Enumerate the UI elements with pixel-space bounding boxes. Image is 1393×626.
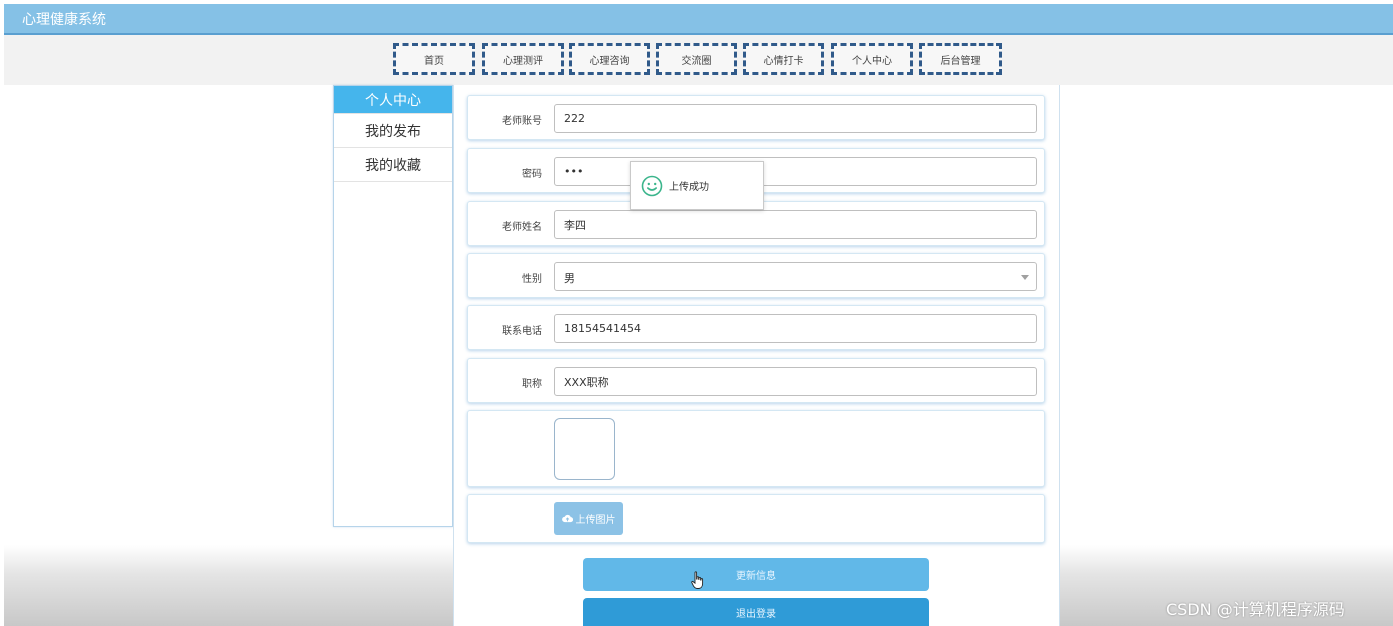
watermark: CSDN @计算机程序源码: [1166, 600, 1345, 619]
password-input[interactable]: [554, 157, 1037, 186]
form-row-gender: 性别 男: [467, 253, 1045, 298]
smile-icon: [641, 175, 663, 196]
sidebar-item-personal-center[interactable]: 个人中心: [334, 86, 452, 114]
nav-item-assessment[interactable]: 心理测评: [482, 43, 564, 75]
nav-item-mood-checkin[interactable]: 心情打卡: [743, 43, 824, 75]
sidebar: 个人中心 我的发布 我的收藏: [333, 85, 453, 527]
upload-success-toast: 上传成功: [630, 161, 764, 210]
hand-pointer-icon: [691, 571, 704, 589]
form-row-account: 老师账号: [467, 95, 1045, 140]
nav-item-admin[interactable]: 后台管理: [919, 43, 1002, 75]
title-input[interactable]: [554, 367, 1037, 396]
update-info-button[interactable]: 更新信息: [583, 558, 929, 591]
account-label: 老师账号: [502, 116, 542, 127]
nav-item-home[interactable]: 首页: [393, 43, 475, 75]
form-row-photo: [467, 410, 1045, 487]
sidebar-item-my-favorites[interactable]: 我的收藏: [334, 148, 452, 182]
title-label: 职称: [522, 379, 542, 390]
name-label: 老师姓名: [502, 222, 542, 233]
nav-item-community[interactable]: 交流圈: [656, 43, 737, 75]
app-title: 心理健康系统: [22, 12, 106, 28]
password-label: 密码: [522, 169, 542, 180]
gender-select[interactable]: 男: [554, 262, 1037, 291]
form-row-upload: 上传图片: [467, 494, 1045, 543]
toast-message: 上传成功: [669, 182, 709, 193]
upload-image-label: 上传图片: [575, 515, 616, 526]
form-row-title: 职称: [467, 358, 1045, 403]
upload-image-button[interactable]: 上传图片: [554, 502, 623, 535]
cloud-upload-icon: [561, 514, 573, 523]
name-input[interactable]: [554, 210, 1037, 239]
account-input[interactable]: [554, 104, 1037, 133]
form-row-phone: 联系电话: [467, 305, 1045, 350]
chevron-down-icon: [1021, 275, 1029, 280]
gender-selected-value: 男: [564, 272, 575, 285]
gender-label: 性别: [522, 274, 542, 285]
header-bar: 心理健康系统: [4, 4, 1393, 35]
phone-label: 联系电话: [502, 326, 542, 337]
sidebar-item-my-posts[interactable]: 我的发布: [334, 114, 452, 148]
nav-item-consultation[interactable]: 心理咨询: [569, 43, 650, 75]
logout-button[interactable]: 退出登录: [583, 598, 929, 626]
nav-item-personal-center[interactable]: 个人中心: [831, 43, 913, 75]
photo-preview[interactable]: [554, 418, 615, 480]
phone-input[interactable]: [554, 314, 1037, 343]
